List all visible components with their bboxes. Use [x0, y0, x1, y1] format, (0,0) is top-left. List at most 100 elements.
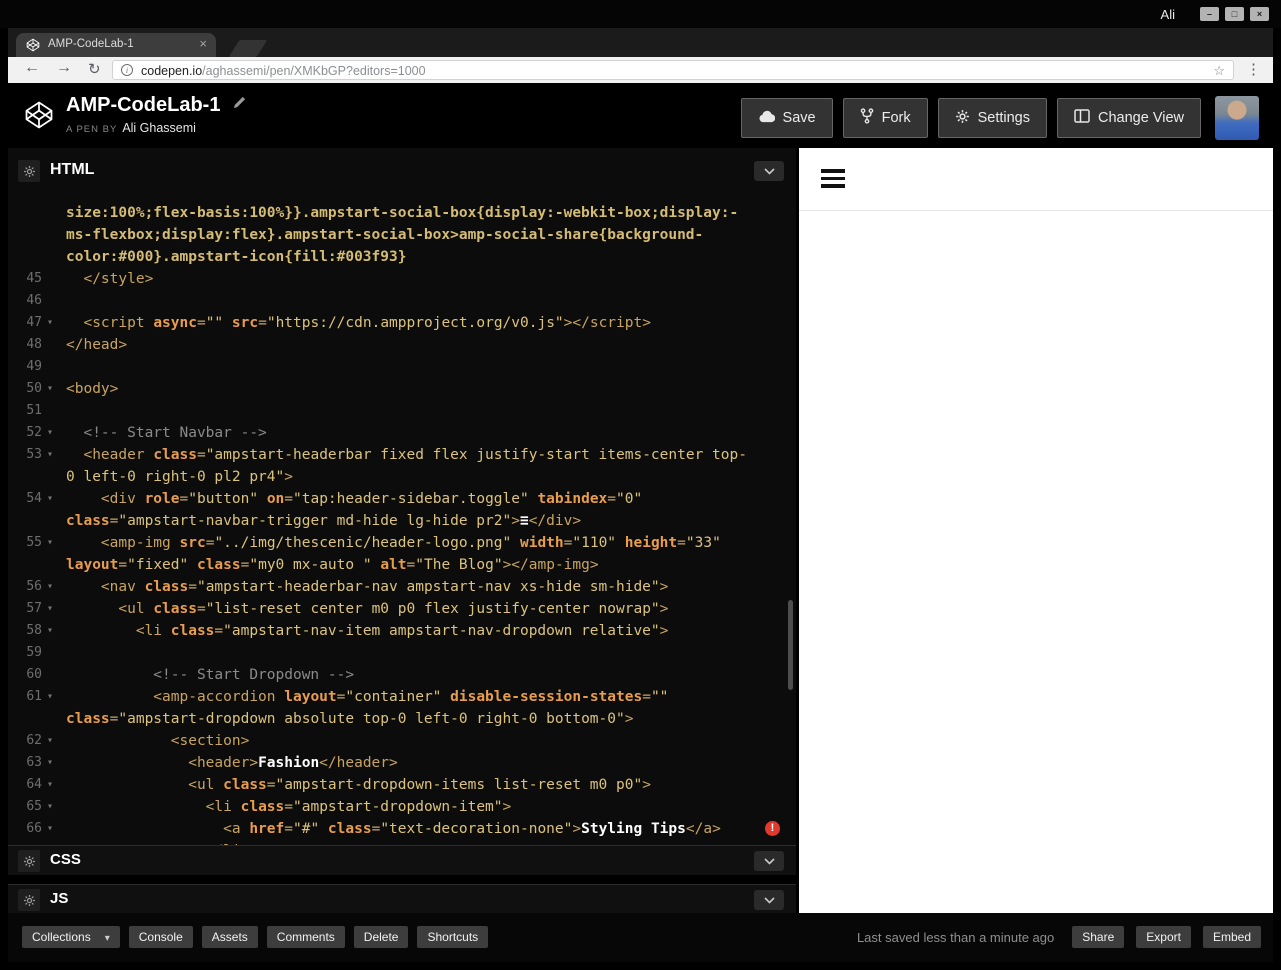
- gear-icon: [955, 109, 970, 128]
- footer-bar: Collections ▾ Console Assets Comments Del…: [8, 913, 1273, 962]
- maximize-icon[interactable]: □: [1225, 7, 1244, 21]
- code-line[interactable]: 61 ▾ <amp-accordion layout="container" di…: [8, 686, 796, 708]
- bookmark-star-icon[interactable]: ☆: [1213, 63, 1225, 79]
- line-gutter: [8, 246, 60, 268]
- fold-arrow-icon: [42, 268, 58, 290]
- code-line[interactable]: 53 ▾ <header class="ampstart-headerbar fi…: [8, 444, 796, 466]
- code-line[interactable]: 57 ▾ <ul class="list-reset center m0 p0 f…: [8, 598, 796, 620]
- code-line[interactable]: 59: [8, 642, 796, 664]
- pen-author-link[interactable]: Ali Ghassemi: [122, 121, 196, 135]
- html-settings-gear-icon[interactable]: [18, 160, 40, 182]
- reload-icon[interactable]: ↻: [88, 60, 101, 78]
- code-line[interactable]: 0 left-0 right-0 pl2 pr4">: [8, 466, 796, 488]
- fold-arrow-icon[interactable]: ▾: [42, 312, 58, 334]
- html-collapse-button[interactable]: [754, 161, 784, 181]
- line-gutter: [8, 708, 60, 730]
- shortcuts-button[interactable]: Shortcuts: [417, 926, 489, 948]
- fold-arrow-icon[interactable]: ▾: [42, 730, 58, 752]
- settings-button[interactable]: Settings: [937, 98, 1047, 138]
- css-settings-gear-icon[interactable]: [18, 850, 40, 872]
- fold-arrow-icon[interactable]: ▾: [42, 488, 58, 510]
- code-line[interactable]: color:#000}.ampstart-icon{fill:#003f93}: [8, 246, 796, 268]
- js-settings-gear-icon[interactable]: [18, 889, 40, 911]
- fold-arrow-icon[interactable]: ▾: [42, 752, 58, 774]
- share-button[interactable]: Share: [1072, 926, 1125, 948]
- code-line[interactable]: 45 </style>: [8, 268, 796, 290]
- browser-tab[interactable]: AMP-CodeLab-1 ×: [16, 33, 216, 57]
- console-button[interactable]: Console: [128, 926, 193, 948]
- code-line[interactable]: 62 ▾ <section>: [8, 730, 796, 752]
- code-line[interactable]: 50 ▾ <body>: [8, 378, 796, 400]
- code-line[interactable]: layout="fixed" class="my0 mx-auto " alt=…: [8, 554, 796, 576]
- code-line[interactable]: 49: [8, 356, 796, 378]
- line-gutter: 57 ▾: [8, 598, 60, 620]
- code-line[interactable]: 65 ▾ <li class="ampstart-dropdown-item">: [8, 796, 796, 818]
- codepen-logo-icon[interactable]: [24, 100, 54, 130]
- export-button[interactable]: Export: [1136, 926, 1191, 948]
- code-line[interactable]: size:100%;flex-basis:100%}}.ampstart-soc…: [8, 202, 796, 224]
- html-section-label: HTML: [50, 161, 95, 178]
- code-line[interactable]: 60 <!-- Start Dropdown -->: [8, 664, 796, 686]
- close-icon[interactable]: ×: [1250, 7, 1269, 21]
- minimize-icon[interactable]: –: [1200, 7, 1219, 21]
- code-line[interactable]: 63 ▾ <header>Fashion</header>: [8, 752, 796, 774]
- fold-arrow-icon[interactable]: ▾: [42, 620, 58, 642]
- tab-close-icon[interactable]: ×: [199, 36, 207, 51]
- forward-icon[interactable]: →: [56, 59, 72, 77]
- code-line[interactable]: 64 ▾ <ul class="ampstart-dropdown-items l…: [8, 774, 796, 796]
- hamburger-menu-icon[interactable]: [821, 169, 845, 192]
- fold-arrow-icon[interactable]: ▾: [42, 422, 58, 444]
- fold-arrow-icon[interactable]: ▾: [42, 598, 58, 620]
- code-line[interactable]: class="ampstart-dropdown absolute top-0 …: [8, 708, 796, 730]
- edit-pencil-icon[interactable]: [233, 96, 246, 114]
- line-gutter: [8, 466, 60, 488]
- code-line[interactable]: 66 ▾ <a href="#" class="text-decoration-n…: [8, 818, 796, 840]
- user-avatar[interactable]: [1215, 96, 1259, 140]
- code-line[interactable]: 52 ▾ <!-- Start Navbar -->: [8, 422, 796, 444]
- code-line[interactable]: 47 ▾ <script async="" src="https://cdn.am…: [8, 312, 796, 334]
- line-gutter: 64 ▾: [8, 774, 60, 796]
- code-area[interactable]: size:100%;flex-basis:100%}}.ampstart-soc…: [8, 194, 796, 845]
- preview-pane: [799, 148, 1273, 913]
- code-line[interactable]: 48 </head>: [8, 334, 796, 356]
- code-line[interactable]: 51: [8, 400, 796, 422]
- fold-arrow-icon[interactable]: ▾: [42, 774, 58, 796]
- code-line[interactable]: 46: [8, 290, 796, 312]
- change-view-button[interactable]: Change View: [1057, 98, 1201, 138]
- fold-arrow-icon[interactable]: ▾: [42, 818, 58, 840]
- delete-button[interactable]: Delete: [353, 926, 409, 948]
- lint-error-icon[interactable]: !: [765, 821, 780, 836]
- fold-arrow-icon[interactable]: ▾: [42, 686, 58, 708]
- back-icon[interactable]: ←: [24, 59, 40, 77]
- code-line[interactable]: 55 ▾ <amp-img src="../img/thescenic/heade…: [8, 532, 796, 554]
- fold-arrow-icon[interactable]: ▾: [42, 532, 58, 554]
- comments-button[interactable]: Comments: [266, 926, 345, 948]
- save-button[interactable]: Save: [740, 98, 833, 138]
- fold-arrow-icon: [42, 400, 58, 422]
- fold-arrow-icon[interactable]: ▾: [42, 796, 58, 818]
- code-line[interactable]: 54 ▾ <div role="button" on="tap:header-si…: [8, 488, 796, 510]
- url-bar[interactable]: i codepen.io/aghassemi/pen/XMKbGP?editor…: [112, 60, 1234, 80]
- code-line[interactable]: class="ampstart-navbar-trigger md-hide l…: [8, 510, 796, 532]
- fold-arrow-icon[interactable]: ▾: [42, 378, 58, 400]
- embed-button[interactable]: Embed: [1202, 926, 1261, 948]
- js-section-label: JS: [50, 890, 69, 907]
- fork-button[interactable]: Fork: [842, 98, 928, 138]
- fold-arrow-icon: [42, 708, 58, 730]
- fold-arrow-icon[interactable]: ▾: [42, 444, 58, 466]
- code-line[interactable]: ms-flexbox;display:flex}.ampstart-social…: [8, 224, 796, 246]
- url-text: codepen.io/aghassemi/pen/XMKbGP?editors=…: [141, 64, 426, 78]
- tab-title: AMP-CodeLab-1: [48, 38, 134, 50]
- css-collapse-button[interactable]: [754, 851, 784, 871]
- code-line[interactable]: 56 ▾ <nav class="ampstart-headerbar-nav a…: [8, 576, 796, 598]
- new-tab-button[interactable]: [228, 40, 268, 57]
- assets-button[interactable]: Assets: [201, 926, 258, 948]
- browser-menu-icon[interactable]: ⋮: [1246, 60, 1261, 78]
- js-collapse-button[interactable]: [754, 890, 784, 910]
- collections-dropdown[interactable]: Collections ▾: [22, 926, 120, 948]
- site-info-icon[interactable]: i: [121, 64, 133, 76]
- fold-arrow-icon: [42, 466, 58, 488]
- fold-arrow-icon[interactable]: ▾: [42, 576, 58, 598]
- code-line[interactable]: 58 ▾ <li class="ampstart-nav-item ampstar…: [8, 620, 796, 642]
- browser-toolbar: ← → ↻ i codepen.io/aghassemi/pen/XMKbGP?…: [8, 57, 1273, 83]
